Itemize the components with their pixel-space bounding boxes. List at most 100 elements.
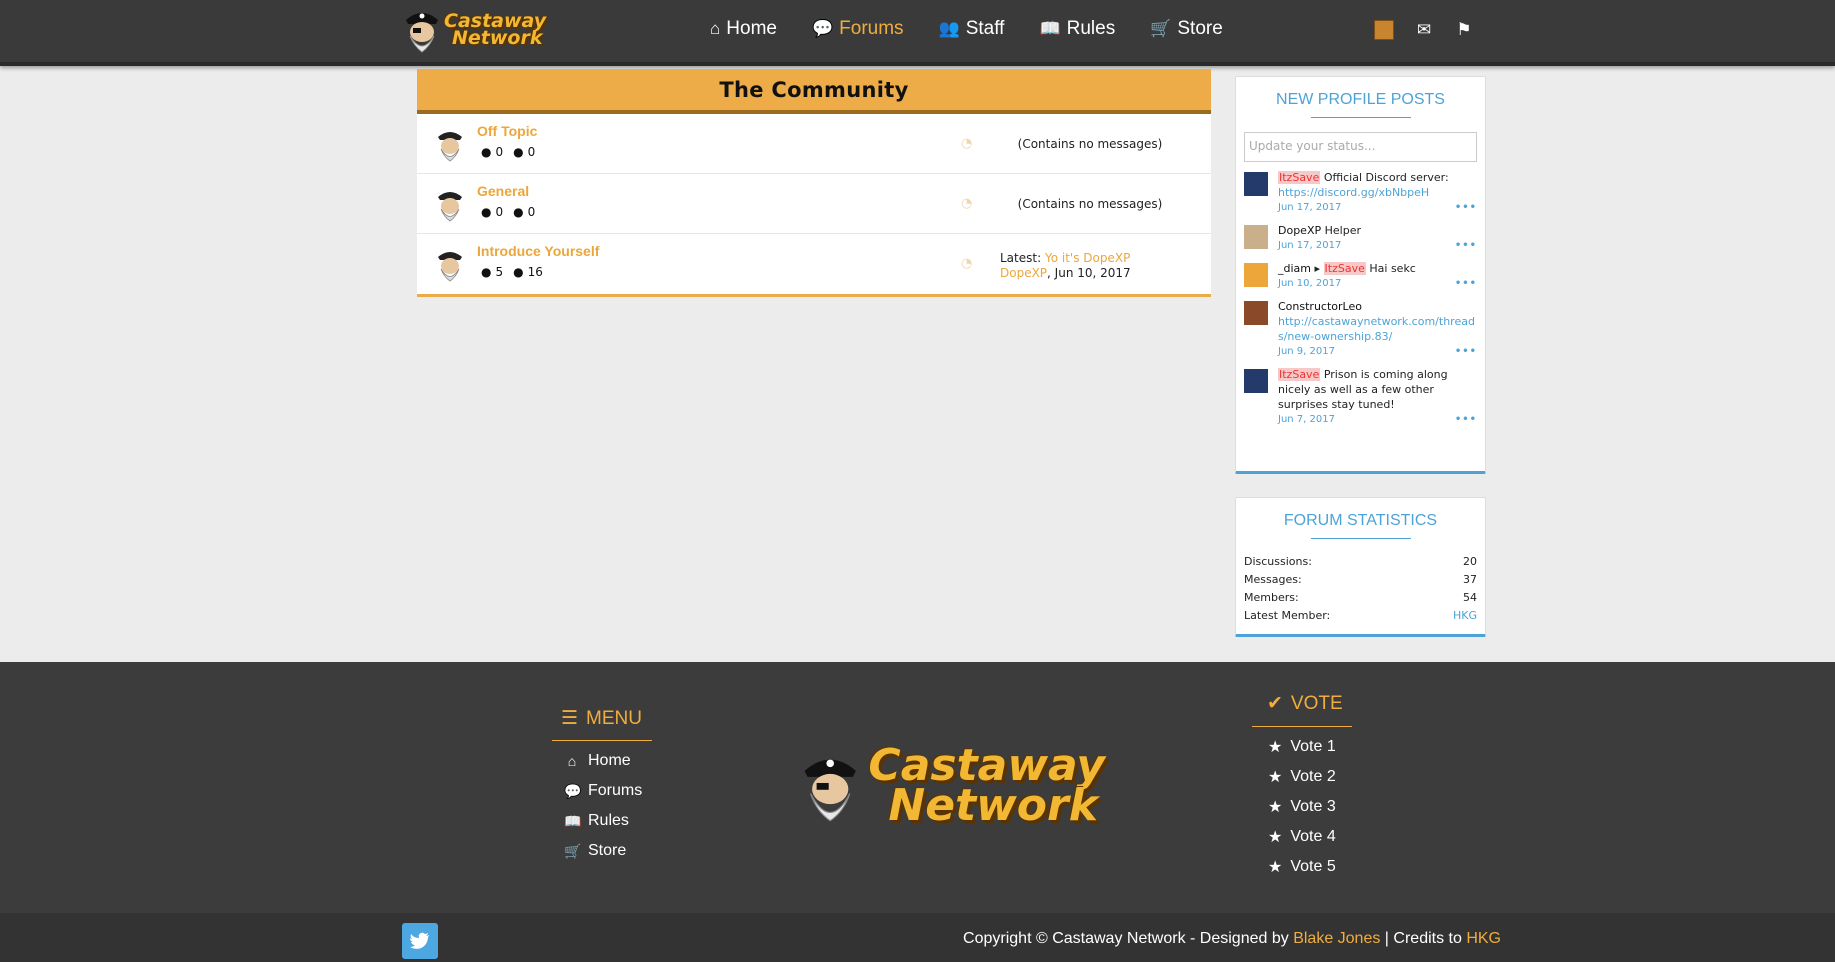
post-link[interactable]: https://discord.gg/xbNbpeH (1278, 185, 1477, 200)
profile-post: ItzSave Prison is coming along nicely as… (1236, 367, 1485, 427)
category-title[interactable]: The Community (719, 78, 908, 102)
latest-thread-link[interactable]: Yo it's DopeXP (1045, 251, 1130, 265)
book-icon: 📖 (1039, 19, 1061, 38)
post-author[interactable]: ItzSave (1278, 368, 1321, 381)
more-options-icon[interactable]: ••• (1455, 200, 1477, 215)
comments-icon: 💬 (811, 19, 834, 38)
node-title-link[interactable]: Introduce Yourself (477, 243, 599, 259)
vote-link-1[interactable]: ★ Vote 1 (1268, 737, 1336, 757)
post-author[interactable]: ConstructorLeo (1278, 300, 1362, 313)
users-icon: 👥 (938, 19, 960, 38)
nav-rules[interactable]: 📖 Rules (1039, 18, 1115, 40)
copyright-text: Copyright © Castaway Network - Designed … (963, 930, 1501, 947)
more-options-icon[interactable]: ••• (1455, 344, 1477, 359)
post-date[interactable]: Jun 17, 2017 (1278, 200, 1341, 215)
home-icon: ⌂ (567, 753, 577, 769)
flag-icon[interactable]: ⚑ (1454, 20, 1474, 40)
comments-icon: ● (513, 205, 524, 219)
discussions-count: ● 0 (481, 205, 504, 219)
forum-stats-block: FORUM STATISTICS Discussions: 20 Messages… (1235, 497, 1486, 637)
post-target[interactable]: ItzSave (1323, 262, 1366, 275)
rss-icon[interactable]: ◔ (961, 196, 972, 211)
post-author[interactable]: DopeXP (1278, 224, 1321, 237)
post-date[interactable]: Jun 7, 2017 (1278, 412, 1335, 427)
pirate-node-icon (438, 192, 462, 222)
comments-icon: 💬 (564, 782, 582, 799)
discussions-count: ● 0 (481, 145, 504, 159)
footer-link-store[interactable]: 🛒 Store (564, 842, 626, 860)
footer-vote-title: ✔ VOTE (1267, 692, 1343, 715)
user-tools: ✉ ⚑ (1374, 20, 1474, 40)
rss-icon[interactable]: ◔ (961, 136, 972, 151)
bars-icon: ☰ (561, 708, 579, 729)
last-post-info: Latest: Yo it's DopeXP DopeXP, Jun 10, 2… (1000, 251, 1131, 280)
cart-icon: 🛒 (1150, 19, 1172, 38)
top-navbar: Castaway Network ⌂ Home 💬 Forums 👥 Staff 📖 R… (0, 0, 1835, 66)
nav-staff[interactable]: 👥 Staff (939, 18, 1005, 40)
vote-link-4[interactable]: ★ Vote 4 (1268, 827, 1336, 847)
avatar[interactable] (1244, 301, 1268, 325)
latest-date: , Jun 10, 2017 (1047, 266, 1131, 280)
designer-link[interactable]: Blake Jones (1293, 930, 1380, 947)
nav-store[interactable]: 🛒 Store (1150, 18, 1223, 40)
more-options-icon[interactable]: ••• (1455, 412, 1477, 427)
avatar[interactable] (1244, 172, 1268, 196)
credits-link[interactable]: HKG (1466, 930, 1501, 947)
more-options-icon[interactable]: ••• (1455, 238, 1477, 253)
stat-row: Messages: 37 (1244, 573, 1477, 586)
forum-node: Off Topic ● 0 ● 0 ◔ (Contains no messages) (417, 114, 1211, 174)
comments-icon: ● (513, 145, 524, 159)
site-logo[interactable]: Castaway Network (402, 4, 560, 56)
post-author[interactable]: _diam (1278, 262, 1311, 275)
node-title-link[interactable]: Off Topic (477, 123, 537, 139)
node-title-link[interactable]: General (477, 183, 529, 199)
status-input[interactable]: Update your status... (1244, 132, 1477, 162)
vote-link-3[interactable]: ★ Vote 3 (1268, 797, 1336, 817)
messages-count: ● 0 (513, 205, 536, 219)
profile-post: DopeXP Helper Jun 17, 2017 ••• (1236, 223, 1485, 253)
rss-icon[interactable]: ◔ (961, 256, 972, 271)
messages-count: ● 0 (513, 145, 536, 159)
pirate-node-icon (438, 132, 462, 162)
avatar[interactable] (1244, 369, 1268, 393)
last-post-info: (Contains no messages) (1017, 137, 1163, 151)
more-options-icon[interactable]: ••• (1455, 276, 1477, 291)
post-link[interactable]: http://castawaynetwork.com/threads/new-o… (1278, 314, 1477, 344)
latest-member-link[interactable]: HKG (1453, 607, 1477, 625)
star-icon: ★ (1268, 799, 1283, 816)
profile-post: ItzSave Official Discord server: https:/… (1236, 170, 1485, 215)
comment-icon: ● (481, 265, 492, 279)
logo-line2: Network (452, 27, 543, 49)
avatar[interactable] (1244, 263, 1268, 287)
star-icon: ★ (1268, 739, 1283, 756)
user-avatar[interactable] (1374, 20, 1394, 40)
category-header: The Community (417, 69, 1211, 114)
pirate-logo-icon (804, 759, 856, 821)
last-post-info: (Contains no messages) (1017, 197, 1163, 211)
comments-icon: ● (513, 265, 524, 279)
post-date[interactable]: Jun 10, 2017 (1278, 276, 1341, 291)
vote-link-2[interactable]: ★ Vote 2 (1268, 767, 1336, 787)
footer-link-forums[interactable]: 💬 Forums (564, 782, 642, 800)
star-icon: ★ (1268, 829, 1283, 846)
logo-line2: Network (888, 779, 1098, 831)
post-date[interactable]: Jun 17, 2017 (1278, 238, 1341, 253)
nav-forums[interactable]: 💬 Forums (812, 18, 904, 40)
comment-icon: ● (481, 145, 492, 159)
envelope-icon[interactable]: ✉ (1414, 20, 1434, 40)
profile-posts-block: NEW PROFILE POSTS Update your status... … (1235, 76, 1486, 474)
avatar[interactable] (1244, 225, 1268, 249)
messages-count: ● 16 (513, 265, 543, 279)
twitter-button[interactable] (402, 923, 438, 959)
latest-user-link[interactable]: DopeXP (1000, 266, 1047, 280)
post-author[interactable]: ItzSave (1278, 171, 1321, 184)
post-date[interactable]: Jun 9, 2017 (1278, 344, 1335, 359)
nav-home[interactable]: ⌂ Home (710, 18, 777, 40)
stat-row: Discussions: 20 (1244, 555, 1477, 568)
forum-stats-title: FORUM STATISTICS (1283, 512, 1438, 529)
vote-link-5[interactable]: ★ Vote 5 (1268, 857, 1336, 877)
pirate-logo-icon (406, 13, 438, 53)
footer-menu-title: ☰ MENU (561, 707, 642, 730)
footer-link-home[interactable]: ⌂ Home (564, 752, 631, 770)
footer-link-rules[interactable]: 📖 Rules (564, 812, 629, 830)
